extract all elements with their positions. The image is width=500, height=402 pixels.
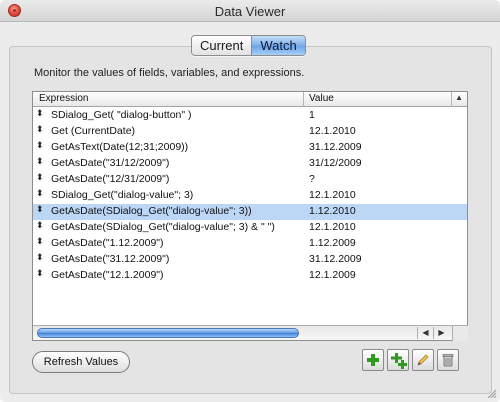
expression-cell[interactable]: GetAsDate("31.12.2009") bbox=[51, 253, 169, 265]
row-drag-handle-icon[interactable]: ⬍ bbox=[36, 188, 44, 199]
row-drag-handle-icon[interactable]: ⬍ bbox=[36, 252, 44, 263]
value-cell: 31/12/2009 bbox=[309, 157, 362, 169]
value-cell: ? bbox=[309, 173, 315, 185]
scroll-corner bbox=[452, 325, 468, 341]
delete-trash-icon bbox=[442, 354, 454, 367]
value-cell: 12.1.2009 bbox=[309, 269, 356, 281]
description-text: Monitor the values of fields, variables,… bbox=[34, 67, 305, 79]
row-drag-handle-icon[interactable]: ⬍ bbox=[36, 220, 44, 231]
window-title: Data Viewer bbox=[214, 4, 286, 19]
value-cell: 12.1.2010 bbox=[309, 189, 356, 201]
column-header-expression[interactable]: Expression bbox=[39, 93, 88, 104]
delete-expression-button[interactable] bbox=[437, 349, 459, 371]
resize-grip-icon[interactable] bbox=[486, 388, 496, 398]
expression-cell[interactable]: GetAsDate("1.12.2009") bbox=[51, 237, 164, 249]
scroll-left-arrow-icon[interactable]: ◀ bbox=[417, 327, 433, 339]
column-divider[interactable] bbox=[451, 92, 452, 107]
table-row[interactable]: ⬍ GetAsText(Date(12;31;2009)) 31.12.2009 bbox=[33, 140, 467, 156]
row-drag-handle-icon[interactable]: ⬍ bbox=[36, 236, 44, 247]
expression-cell[interactable]: SDialog_Get("dialog-value"; 3) bbox=[51, 189, 193, 201]
value-cell: 1 bbox=[309, 109, 315, 121]
scroll-right-arrow-icon[interactable]: ▶ bbox=[433, 327, 449, 339]
table-row[interactable]: ⬍ GetAsDate("12.1.2009") 12.1.2009 bbox=[33, 268, 467, 284]
expression-cell[interactable]: GetAsDate(SDialog_Get("dialog-value"; 3)… bbox=[51, 205, 252, 217]
expression-cell[interactable]: SDialog_Get( "dialog-button" ) bbox=[51, 109, 192, 121]
row-drag-handle-icon[interactable]: ⬍ bbox=[36, 268, 44, 279]
row-drag-handle-icon[interactable]: ⬍ bbox=[36, 172, 44, 183]
value-cell: 31.12.2009 bbox=[309, 141, 362, 153]
table-header: Expression Value ▲ bbox=[33, 92, 467, 107]
expression-cell[interactable]: GetAsDate("12.1.2009") bbox=[51, 269, 164, 281]
table-row[interactable]: ⬍ SDialog_Get( "dialog-button" ) 1 bbox=[33, 108, 467, 124]
table-row[interactable]: ⬍ SDialog_Get("dialog-value"; 3) 12.1.2010 bbox=[33, 188, 467, 204]
table-row[interactable]: ⬍ GetAsDate("31.12.2009") 31.12.2009 bbox=[33, 252, 467, 268]
edit-pencil-icon bbox=[417, 354, 429, 366]
table-row[interactable]: ⬍ GetAsDate(SDialog_Get("dialog-value"; 3… bbox=[33, 220, 467, 236]
scrollbar-thumb[interactable] bbox=[37, 328, 299, 338]
table-row[interactable]: ⬍ GetAsDate("12/31/2009")? bbox=[33, 172, 467, 188]
add-icon bbox=[367, 354, 379, 366]
add-expression-button[interactable] bbox=[362, 349, 384, 371]
expression-cell[interactable]: GetAsText(Date(12;31;2009)) bbox=[51, 141, 188, 153]
tab-current[interactable]: Current bbox=[192, 36, 252, 55]
row-drag-handle-icon[interactable]: ⬍ bbox=[36, 204, 44, 215]
value-cell: 12.1.2010 bbox=[309, 125, 356, 137]
edit-expression-button[interactable] bbox=[412, 349, 434, 371]
title-bar[interactable]: Data Viewer bbox=[0, 0, 500, 22]
table-row[interactable]: ⬍ Get (CurrentDate) 12.1.2010 bbox=[33, 124, 467, 140]
table-body: ⬍ SDialog_Get( "dialog-button" ) 1 ⬍ Get (Cu… bbox=[33, 108, 467, 284]
row-drag-handle-icon[interactable]: ⬍ bbox=[36, 124, 44, 135]
expression-cell[interactable]: GetAsDate("12/31/2009") bbox=[51, 173, 169, 185]
duplicate-expression-button[interactable] bbox=[387, 349, 409, 371]
row-drag-handle-icon[interactable]: ⬍ bbox=[36, 140, 44, 151]
value-cell: 31.12.2009 bbox=[309, 253, 362, 265]
horizontal-scrollbar[interactable]: ◀ ▶ bbox=[33, 325, 468, 341]
row-drag-handle-icon[interactable]: ⬍ bbox=[36, 108, 44, 119]
tab-watch[interactable]: Watch bbox=[251, 36, 305, 55]
row-drag-handle-icon[interactable]: ⬍ bbox=[36, 156, 44, 167]
expression-cell[interactable]: GetAsDate("31/12/2009") bbox=[51, 157, 169, 169]
watch-table: Expression Value ▲ ⬍ SDialog_Get( "dialog… bbox=[32, 91, 468, 341]
sort-indicator-icon[interactable]: ▲ bbox=[455, 93, 463, 102]
value-cell: 12.1.2010 bbox=[309, 221, 356, 233]
table-row[interactable]: ⬍ GetAsDate("1.12.2009") 1.12.2009 bbox=[33, 236, 467, 252]
duplicate-icon bbox=[391, 353, 407, 369]
value-cell: 1.12.2010 bbox=[309, 205, 356, 217]
expression-cell[interactable]: GetAsDate(SDialog_Get("dialog-value"; 3)… bbox=[51, 221, 275, 233]
value-cell: 1.12.2009 bbox=[309, 237, 356, 249]
table-row[interactable]: ⬍ GetAsDate("31/12/2009") 31/12/2009 bbox=[33, 156, 467, 172]
view-segmented-control: Current Watch bbox=[191, 35, 306, 56]
column-header-value[interactable]: Value bbox=[309, 93, 334, 104]
table-row[interactable]: ⬍ GetAsDate(SDialog_Get("dialog-value"; 3… bbox=[33, 204, 467, 220]
data-viewer-window: Data Viewer Current Watch Monitor the va… bbox=[0, 0, 500, 402]
column-divider[interactable] bbox=[303, 92, 304, 107]
refresh-values-button[interactable]: Refresh Values bbox=[32, 351, 130, 373]
expression-cell[interactable]: Get (CurrentDate) bbox=[51, 125, 135, 137]
